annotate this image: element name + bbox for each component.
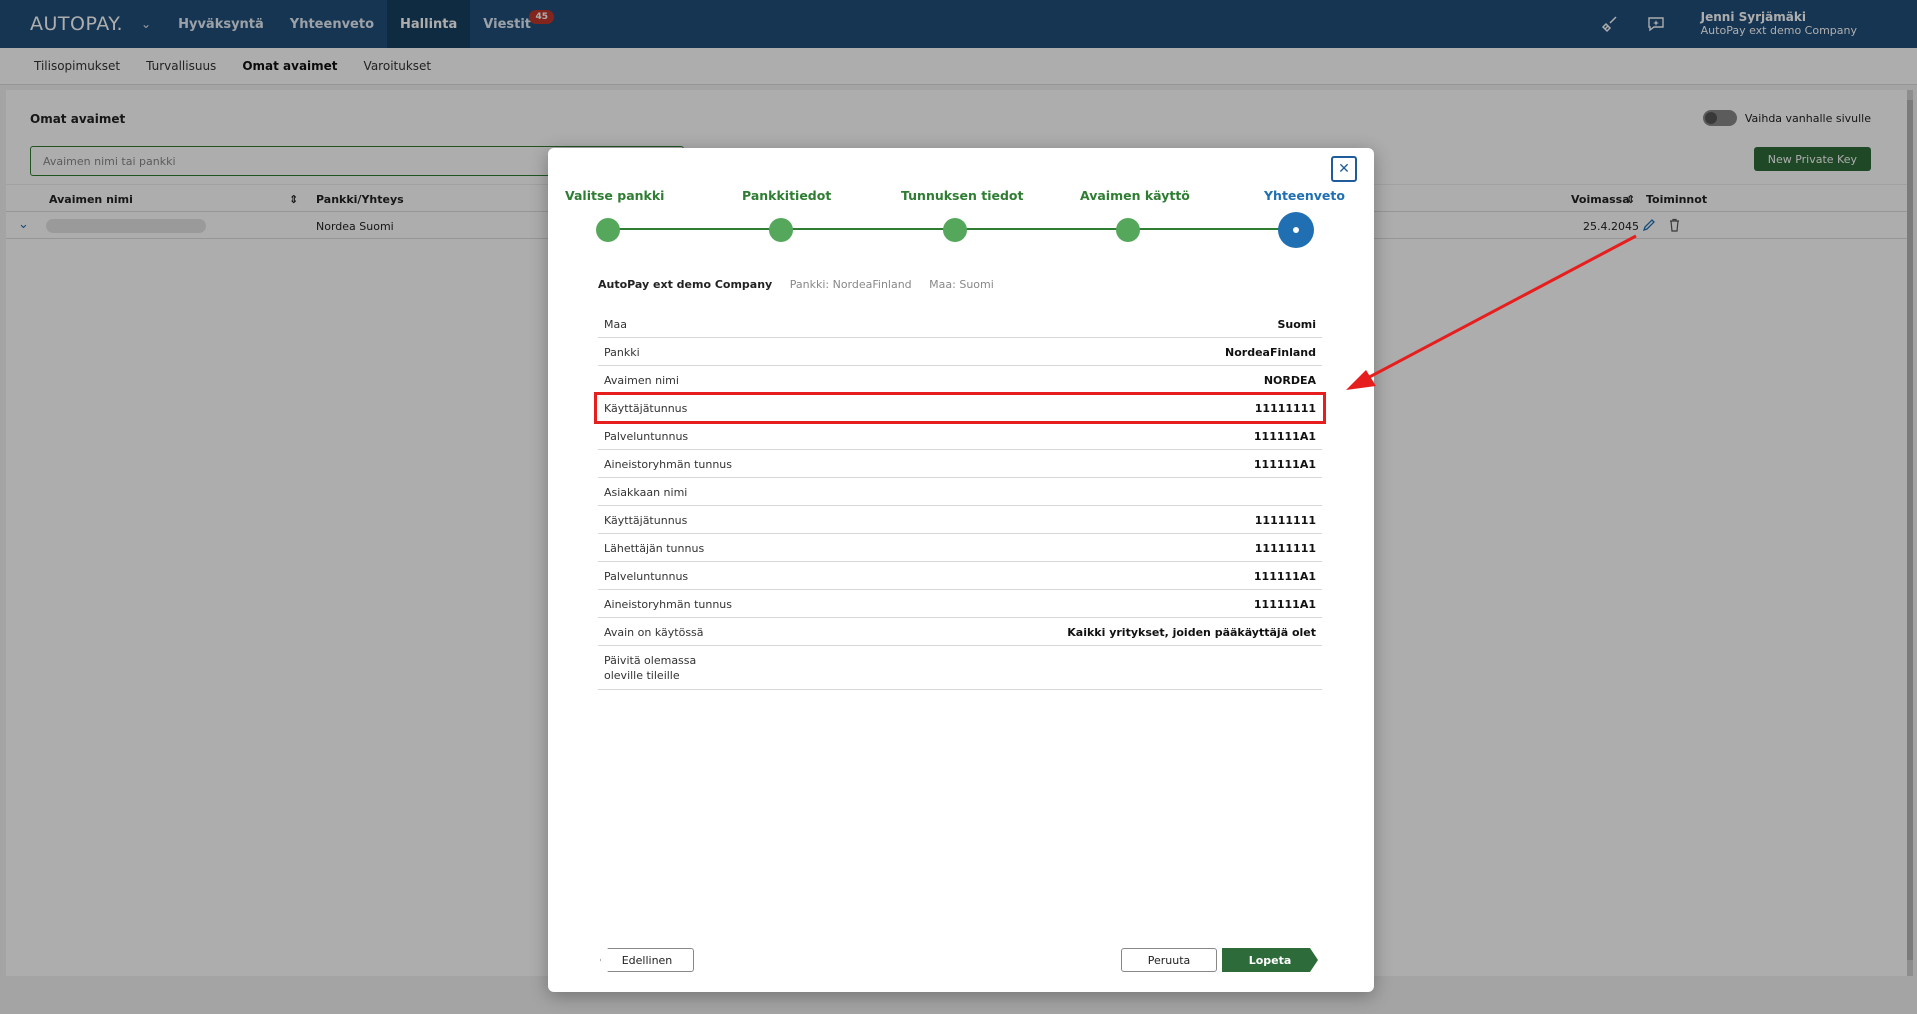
highlight-box (594, 392, 1326, 424)
summary-country: Maa: Suomi (929, 278, 994, 291)
summary-key: Avain on käytössä (604, 626, 704, 639)
summary-row: Lähettäjän tunnus 11111111 (598, 534, 1322, 562)
finish-button[interactable]: Lopeta (1222, 948, 1318, 972)
summary-row: Avain on käytössä Kaikki yritykset, joide… (598, 618, 1322, 646)
summary-value: 111111A1 (1253, 458, 1316, 471)
step-dot-2[interactable] (769, 218, 793, 242)
summary-value: NordeaFinland (1225, 346, 1316, 359)
private-key-wizard-modal: ✕ Valitse pankki Pankkitiedot Tunnuksen … (548, 148, 1374, 992)
wizard-steps: Valitse pankki Pankkitiedot Tunnuksen ti… (548, 188, 1374, 258)
summary-value: Suomi (1277, 318, 1316, 331)
summary-key: Aineistoryhmän tunnus (604, 598, 733, 611)
summary-bank: Pankki: NordeaFinland (789, 278, 912, 291)
summary-key: Palveluntunnus (604, 570, 689, 583)
summary-row: Palveluntunnus 111111A1 (598, 422, 1322, 450)
summary-row: Pankki NordeaFinland (598, 338, 1322, 366)
summary-header: AutoPay ext demo Company Pankki: NordeaF… (598, 278, 994, 291)
summary-key: Lähettäjän tunnus (604, 542, 705, 555)
step-label-pankkitiedot: Pankkitiedot (742, 188, 832, 203)
summary-row: Päivitä olemassa oleville tileille (598, 646, 1322, 690)
summary-row: Asiakkaan nimi (598, 478, 1322, 506)
summary-row: Palveluntunnus 111111A1 (598, 562, 1322, 590)
step-label-avaimen-kaytto: Avaimen käyttö (1080, 188, 1190, 203)
step-label-tunnuksen-tiedot: Tunnuksen tiedot (901, 188, 1024, 203)
step-dot-4[interactable] (1116, 218, 1140, 242)
step-dot-1[interactable] (596, 218, 620, 242)
summary-row: Aineistoryhmän tunnus 111111A1 (598, 450, 1322, 478)
summary-value: 11111111 (1254, 542, 1316, 555)
summary-key: Käyttäjätunnus (604, 514, 688, 527)
summary-value: NORDEA (1263, 374, 1316, 387)
summary-row: Käyttäjätunnus 11111111 (598, 506, 1322, 534)
step-dot-3[interactable] (943, 218, 967, 242)
step-label-yhteenveto: Yhteenveto (1264, 188, 1345, 203)
summary-company: AutoPay ext demo Company (598, 278, 773, 291)
summary-value: 111111A1 (1253, 430, 1316, 443)
summary-row: Avaimen nimi NORDEA (598, 366, 1322, 394)
summary-key: Päivitä olemassa oleville tileille (604, 654, 697, 682)
previous-button[interactable]: Edellinen (600, 948, 694, 972)
summary-row: Maa Suomi (598, 310, 1322, 338)
summary-value: Kaikki yritykset, joiden pääkäyttäjä ole… (1067, 626, 1316, 639)
summary-key: Palveluntunnus (604, 430, 689, 443)
summary-table: Maa Suomi Pankki NordeaFinland Avaimen nim… (598, 310, 1322, 690)
summary-value: 111111A1 (1253, 598, 1316, 611)
summary-key: Pankki (604, 346, 640, 359)
step-dot-5-current (1278, 212, 1314, 248)
summary-value: 111111A1 (1253, 570, 1316, 583)
summary-key: Avaimen nimi (604, 374, 679, 387)
cancel-button[interactable]: Peruuta (1121, 948, 1217, 972)
summary-key: Asiakkaan nimi (604, 486, 688, 499)
step-label-valitse-pankki: Valitse pankki (565, 188, 665, 203)
summary-value: 11111111 (1254, 514, 1316, 527)
close-button[interactable]: ✕ (1331, 156, 1357, 182)
close-icon: ✕ (1338, 161, 1350, 177)
summary-key: Aineistoryhmän tunnus (604, 458, 733, 471)
summary-row: Aineistoryhmän tunnus 111111A1 (598, 590, 1322, 618)
summary-key: Maa (604, 318, 627, 331)
